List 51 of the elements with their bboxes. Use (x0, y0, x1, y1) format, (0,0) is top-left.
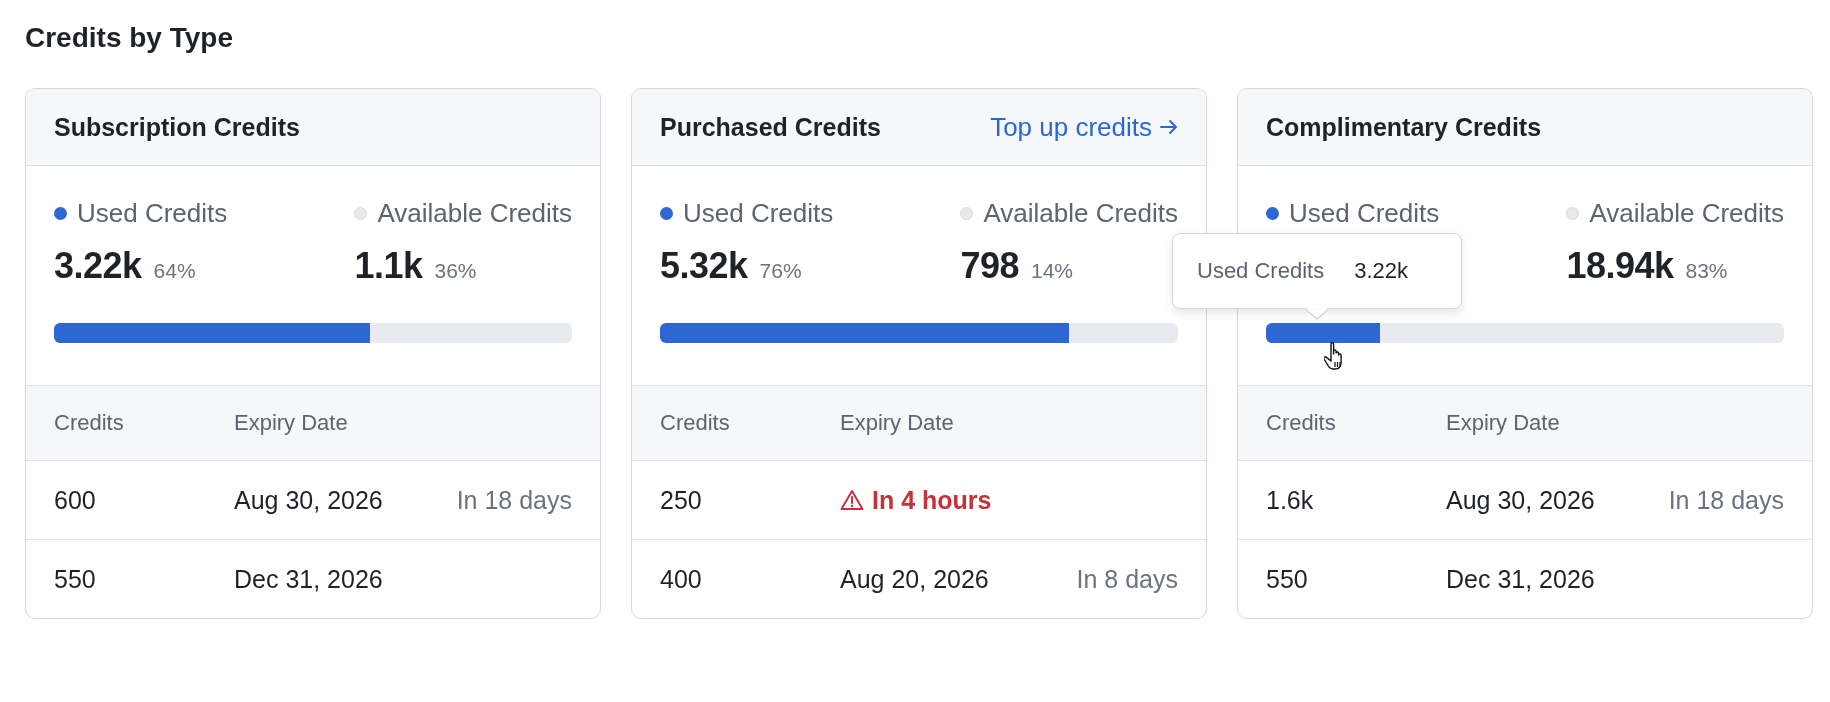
legend-dot-icon (960, 207, 974, 220)
card-title: Complimentary Credits (1266, 112, 1542, 142)
legend-label: Used Credits (683, 198, 834, 229)
credits-cell-text: 250 (660, 485, 703, 515)
legend-dot-icon (1266, 207, 1279, 220)
credit-percent: 14% (1030, 259, 1073, 283)
credit-amount: 1.1k (354, 245, 423, 287)
legend-label: Used Credits (1289, 198, 1440, 229)
column-header: Credits (660, 410, 731, 436)
credit-amount: 798 (960, 245, 1019, 287)
credits-cell-text: 1.6k (1266, 485, 1315, 515)
top-up-link[interactable]: Top up credits (990, 111, 1178, 143)
credits-cell-text: 550 (54, 564, 97, 594)
column-header: Credits (54, 410, 125, 436)
legend-label: Available Credits (983, 198, 1178, 229)
tooltip-label: Used Credits (1197, 258, 1325, 284)
credit-percent: 83% (1685, 259, 1728, 283)
expiry-cell: Aug 20, 2026 (840, 564, 989, 594)
credits-cell-text: 550 (1266, 564, 1309, 594)
credit-percent: 36% (434, 259, 477, 283)
legend-dot-icon (1566, 207, 1580, 220)
legend-label: Available Credits (1589, 198, 1784, 229)
arrow-right-icon (1160, 119, 1178, 135)
expiry-cell: Dec 31, 2026 (1446, 564, 1595, 594)
expiry-cell: Aug 30, 2026 (1446, 485, 1595, 515)
credit-percent: 76% (759, 259, 802, 283)
legend-dot-icon (54, 207, 67, 220)
section-title: Credits by Type (25, 22, 234, 54)
tooltip-value: 3.22k (1354, 258, 1408, 284)
credits-cell-text: 400 (660, 564, 703, 594)
column-header: Expiry Date (1446, 410, 1561, 436)
column-header: Expiry Date (234, 410, 349, 436)
legend-dot-icon (354, 207, 368, 220)
column-header: Expiry Date (840, 410, 955, 436)
legend-label: Used Credits (77, 198, 228, 229)
relative-time: In 18 days (1668, 485, 1784, 515)
credit-amount: 18.94k (1566, 245, 1674, 287)
expiry-cell: Aug 30, 2026 (234, 485, 383, 515)
card-title: Purchased Credits (660, 112, 881, 142)
expiry-cell: Dec 31, 2026 (234, 564, 383, 594)
relative-time: In 8 days (1076, 564, 1178, 594)
credit-amount: 3.22k (54, 245, 142, 287)
column-header: Credits (1266, 410, 1337, 436)
card-title: Subscription Credits (54, 112, 300, 142)
credits-cell-text: 600 (54, 485, 97, 515)
legend-dot-icon (660, 207, 673, 220)
credit-amount: 5.32k (660, 245, 748, 287)
relative-time: In 18 days (456, 485, 572, 515)
expiry-cell: In 4 hours (872, 485, 992, 515)
legend-label: Available Credits (377, 198, 572, 229)
credit-percent: 64% (153, 259, 196, 283)
